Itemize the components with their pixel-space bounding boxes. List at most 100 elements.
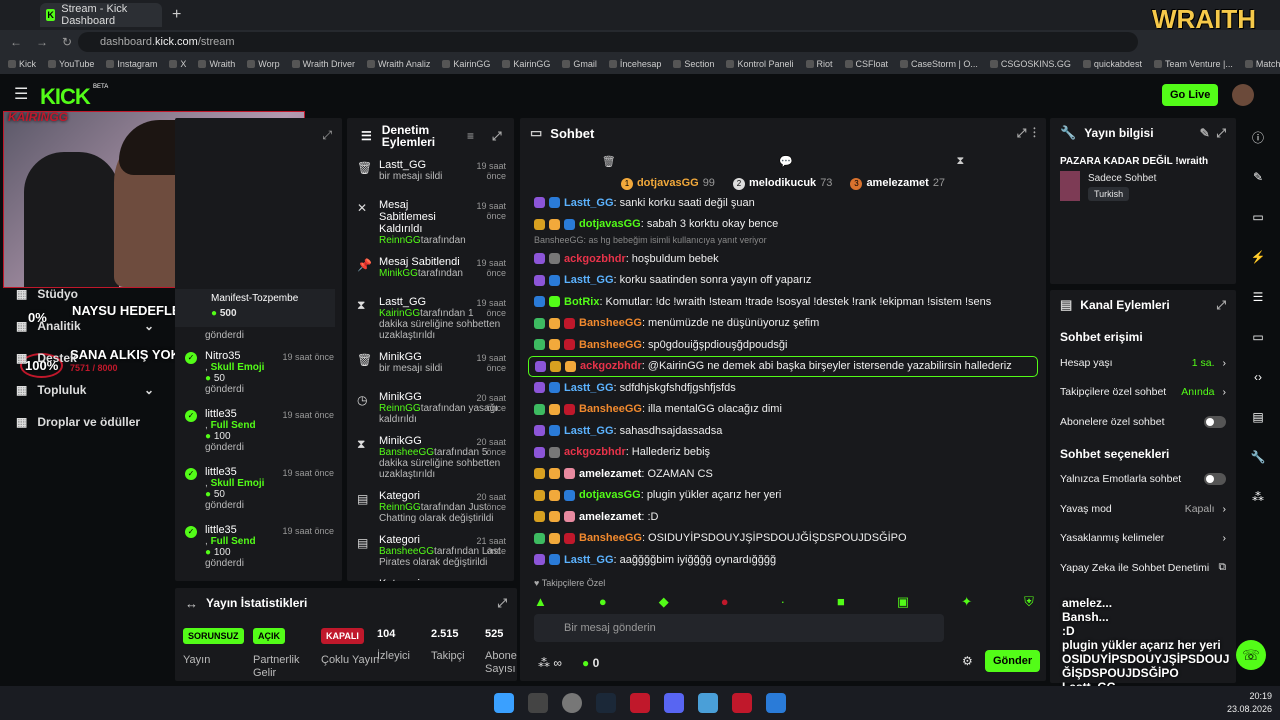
bookmark-item[interactable]: quickabdest	[1083, 59, 1142, 69]
chat-message[interactable]: BansheeGG: illa mentalGG olacağız dimi	[520, 399, 1046, 421]
setting-row[interactable]: Takipçilere özel sohbet Anında ›	[1050, 378, 1236, 408]
layout-icon[interactable]: ▭	[1245, 206, 1271, 228]
edit-icons[interactable]: ✎ ⤢	[1200, 126, 1226, 141]
chat-message[interactable]: BansheeGG: OSIDUYİPSDOUYJŞİPSDOUJĞİŞDSPO…	[520, 528, 1046, 550]
chat-username[interactable]: Lastt_GG	[564, 274, 614, 286]
trash-icon[interactable]: 🗑	[602, 155, 616, 168]
chat-username[interactable]: BotRix	[564, 296, 599, 308]
pencil-icon[interactable]: ✎	[1245, 166, 1271, 188]
bookmark-item[interactable]: Riot	[806, 59, 833, 69]
chat-username[interactable]: ackgozbhdr	[564, 446, 626, 458]
filter-icon[interactable]: ≡	[467, 130, 474, 142]
chrome-icon[interactable]	[562, 693, 582, 713]
popout-icon[interactable]: ⤢	[497, 596, 507, 611]
chat-username[interactable]: Lastt_GG	[564, 382, 614, 394]
chat-message[interactable]: Lastt_GG: korku saatinden sonra yayın of…	[520, 270, 1046, 292]
chat-username[interactable]: BansheeGG	[579, 317, 642, 329]
chat-message[interactable]: ackgozbhdr: Hallederiz bebiş	[520, 442, 1046, 464]
modlog-item[interactable]: ▤Kategori21 saat önce	[347, 573, 514, 581]
chat-username[interactable]: Lastt_GG	[564, 554, 614, 566]
modlog-item[interactable]: ▤ Kategori 20 saat önce ReinnGGtarafından J…	[347, 485, 514, 529]
shield-icon[interactable]	[732, 693, 752, 713]
chat-message[interactable]: BotRix: Komutlar: !dc !wraith !steam !tr…	[520, 291, 1046, 313]
modlog-item[interactable]: 🗑 Lastt_GG 19 saat önce bir mesajı sildi	[347, 154, 514, 194]
setting-row[interactable]: Yavaş mod Kapalı ›	[1050, 494, 1236, 524]
chat-username[interactable]: ackgozbhdr	[564, 253, 626, 265]
browser-tab[interactable]: K Stream - Kick Dashboard	[40, 3, 162, 27]
modlog-item[interactable]: ▤ Kategori 21 saat önce BansheeGGtarafından…	[347, 529, 514, 573]
chat-menu-icons[interactable]: ⤢ ⋮	[1017, 126, 1036, 141]
modlog-item[interactable]: ◷ MinikGG 20 saat önce ReinnGGtarafından ya…	[347, 386, 514, 430]
sidebar-item[interactable]: ▦ Droplar ve ödüller	[0, 406, 170, 438]
leader-entry[interactable]: 3 amelezamet 27	[850, 177, 945, 190]
chat-message[interactable]: ackgozbhdr: @KairinGG ne demek abi başka…	[528, 355, 1038, 377]
kick-logo[interactable]: KICK	[40, 84, 91, 110]
go-live-button[interactable]: Go Live	[1162, 84, 1219, 106]
bookmark-item[interactable]: Kontrol Paneli	[726, 59, 793, 69]
chat-username[interactable]: BansheeGG	[579, 403, 642, 415]
bookmark-item[interactable]: Wraith Analiz	[367, 59, 430, 69]
bookmark-item[interactable]: Team Venture |...	[1154, 59, 1233, 69]
popout-icon[interactable]: ⤢	[492, 130, 502, 142]
chat-username[interactable]: BansheeGG	[579, 339, 642, 351]
bookmark-item[interactable]: Matchmaking	[1245, 59, 1280, 69]
sidebar-item[interactable]: ▦ Analitik ⌄	[0, 310, 170, 342]
setting-row[interactable]: Yapay Zeka ile Sohbet Denetimi ⧉	[1050, 553, 1236, 583]
modlog-item[interactable]: ✕ Mesaj Sabitlemesi Kaldırıldı 19 saat önc…	[347, 194, 514, 251]
send-button[interactable]: Gönder	[985, 650, 1041, 672]
bookmark-item[interactable]: Wraith	[198, 59, 235, 69]
timeout-icon[interactable]: ⧗	[957, 155, 965, 168]
popout-icon[interactable]: ⤢	[1216, 298, 1226, 313]
chat-username[interactable]: BansheeGG	[579, 532, 642, 544]
bookmark-item[interactable]: Wraith Driver	[292, 59, 355, 69]
reload-icon[interactable]: ↻	[62, 35, 72, 49]
modlog-item[interactable]: 🗑 MinikGG 19 saat önce bir mesajı sildi	[347, 346, 514, 386]
wrench-icon[interactable]: 🔧	[1245, 446, 1271, 468]
chat-message[interactable]: Lastt_GG: sahasdhsajdassadsa	[520, 420, 1046, 442]
leader-entry[interactable]: 2 melodikucuk 73	[732, 177, 832, 190]
chat-username[interactable]: Lastt_GG	[564, 197, 614, 209]
modlog-item[interactable]: ⧗ MinikGG 20 saat önce BansheeGGtarafından …	[347, 430, 514, 485]
vivaldi-icon[interactable]	[630, 693, 650, 713]
chat-message[interactable]: Lastt_GG: aağğğğbim iyiğğğğ oynardığğğğ	[520, 549, 1046, 571]
setting-row[interactable]: Hesap yaşı 1 sa. ›	[1050, 348, 1236, 378]
bookmark-item[interactable]: YouTube	[48, 59, 94, 69]
bubble-icon[interactable]: 💬	[779, 155, 793, 168]
setting-row[interactable]: Yasaklanmış kelimeler ›	[1050, 524, 1236, 554]
windows-start-icon[interactable]	[494, 693, 514, 713]
bookmark-item[interactable]: İncehesap	[609, 59, 662, 69]
app-icon[interactable]	[698, 693, 718, 713]
chat-username[interactable]: amelezamet	[579, 468, 641, 480]
sidebar-item[interactable]: ▦ Stüdyo	[0, 278, 170, 310]
chat-message[interactable]: Lastt_GG: sanki korku saati değil şuan	[520, 192, 1046, 214]
setting-control[interactable]: Kapalı ›	[1185, 503, 1226, 515]
bookmark-item[interactable]: Gmail	[562, 59, 597, 69]
setting-control[interactable]: ⧉	[1219, 561, 1227, 574]
chat-message[interactable]: dotjavasGG: plugin yükler açarız her yer…	[520, 485, 1046, 507]
back-icon[interactable]: ←	[10, 35, 22, 49]
bookmark-item[interactable]: Section	[673, 59, 714, 69]
setting-control[interactable]: 1 sa. ›	[1192, 357, 1226, 369]
leader-entry[interactable]: 1 dotjavasGG 99	[620, 177, 715, 190]
chat-icon[interactable]: ▭	[1245, 326, 1271, 348]
chat-message[interactable]: amelezamet: :D	[520, 506, 1046, 528]
setting-control[interactable]: ›	[1223, 532, 1227, 544]
chat-username[interactable]: ackgozbhdr	[580, 360, 642, 372]
sidebar-item[interactable]: ▦ Topluluk ⌄	[0, 374, 170, 406]
setting-control[interactable]: Anında ›	[1181, 386, 1226, 398]
bookmark-item[interactable]: Worp	[247, 59, 279, 69]
settings-icon[interactable]: ⚙	[962, 654, 973, 668]
url-field[interactable]: dashboard.kick.com/stream	[78, 32, 1138, 52]
window-icon[interactable]	[766, 693, 786, 713]
chat-input[interactable]: Bir mesaj gönderin	[534, 614, 944, 642]
new-tab-icon[interactable]: +	[172, 6, 181, 24]
info-icon[interactable]: ⓘ	[1245, 126, 1271, 148]
bookmark-item[interactable]: KairinGG	[502, 59, 550, 69]
bookmark-item[interactable]: Instagram	[106, 59, 157, 69]
setting-control[interactable]	[1204, 473, 1226, 486]
forward-icon[interactable]: →	[36, 35, 48, 49]
bookmark-item[interactable]: Kick	[8, 59, 36, 69]
chat-message[interactable]: BansheeGG: sp0gdouiğşpdiouşğdpoudsği	[520, 334, 1046, 356]
bookmark-item[interactable]: CaseStorm | O...	[900, 59, 978, 69]
toggle-switch[interactable]	[1204, 473, 1226, 486]
